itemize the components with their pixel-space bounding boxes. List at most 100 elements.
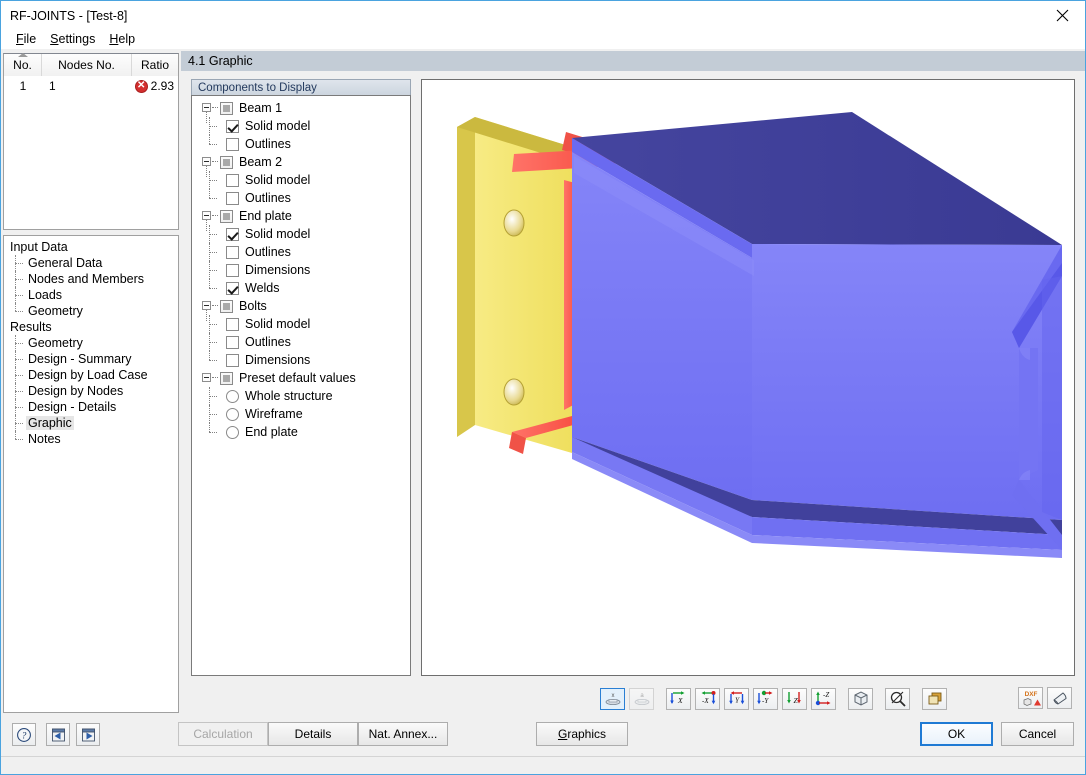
tree-node-bolts[interactable]: Bolts [192, 297, 410, 321]
tree-node-bolts-dimensions[interactable]: Dimensions [192, 351, 410, 369]
view-neg-z-button[interactable]: -Z [811, 687, 836, 710]
calculation-button[interactable]: Calculation [178, 722, 268, 746]
view-y-button[interactable]: Y [724, 687, 749, 710]
tree-node-end-plate-welds[interactable]: Welds [192, 279, 410, 297]
nav-item-loads[interactable]: Loads [4, 287, 178, 303]
menu-file[interactable]: File [9, 31, 43, 48]
checkbox-beam-2-outlines[interactable] [226, 191, 239, 205]
components-caption: Components to Display [191, 79, 411, 95]
render-solid-button[interactable]: x [600, 687, 625, 710]
tree-node-beam-2-outlines[interactable]: Outlines [192, 189, 410, 207]
nav-item-graphic[interactable]: Graphic [4, 415, 178, 431]
nav-item-nodes-and-members[interactable]: Nodes and Members [4, 271, 178, 287]
view-neg-x-button[interactable]: -X [695, 687, 720, 710]
column-header-no[interactable]: No. [4, 53, 42, 76]
checkbox-end-plate-welds[interactable] [226, 281, 239, 295]
nav-group-results: Results [10, 320, 52, 334]
tree-node-beam-1-outlines[interactable]: Outlines [192, 135, 410, 153]
table-row[interactable]: 1 1 ✕ 2.93 [4, 76, 178, 96]
error-icon: ✕ [134, 79, 148, 93]
checkbox-beam-1-solid-model[interactable] [226, 119, 239, 133]
tree-node-end-plate[interactable]: End plate [192, 207, 410, 231]
tree-node-bolts-solid-model[interactable]: Solid model [192, 315, 410, 333]
joint-3d-model[interactable] [422, 80, 1074, 675]
zoom-all-button[interactable] [885, 687, 910, 710]
tree-node-beam-2[interactable]: Beam 2 [192, 153, 410, 177]
checkbox-beam-2[interactable] [220, 155, 233, 169]
checkbox-beam-1-outlines[interactable] [226, 137, 239, 151]
checkbox-bolts-solid-model[interactable] [226, 317, 239, 331]
status-bar [1, 756, 1085, 774]
menu-help[interactable]: Help [102, 31, 142, 48]
tree-node-whole-structure[interactable]: Whole structure [192, 387, 410, 405]
nav-item-geometry-input[interactable]: Geometry [4, 303, 178, 319]
tree-node-bolts-outlines[interactable]: Outlines [192, 333, 410, 351]
cancel-button[interactable]: Cancel [1001, 722, 1074, 746]
checkbox-end-plate-solid-model[interactable] [226, 227, 239, 241]
checkbox-end-plate-dimensions[interactable] [226, 263, 239, 277]
checkbox-bolts[interactable] [220, 299, 233, 313]
next-button[interactable] [76, 723, 100, 746]
render-mode-button[interactable] [922, 687, 947, 710]
nav-item-design-by-nodes[interactable]: Design by Nodes [4, 383, 178, 399]
cube-isometric-icon [854, 691, 867, 706]
layers-icon [928, 692, 941, 705]
checkbox-preset-default-values[interactable] [220, 371, 233, 385]
collapse-icon[interactable] [202, 373, 211, 382]
menu-settings[interactable]: Settings [43, 31, 102, 48]
nat-annex-button[interactable]: Nat. Annex... [358, 722, 448, 746]
graphics-viewport[interactable] [421, 79, 1075, 676]
graphics-button[interactable]: Graphics [536, 722, 628, 746]
export-dxf-button[interactable]: DXF [1018, 687, 1043, 709]
graphics-toolbar: x a X -X Y -Y Z -Z DXF [421, 684, 1075, 713]
collapse-icon[interactable] [202, 157, 211, 166]
tree-node-beam-1-solid-model[interactable]: Solid model [192, 117, 410, 135]
tree-node-end-plate-dimensions[interactable]: Dimensions [192, 261, 410, 279]
previous-button[interactable] [46, 723, 70, 746]
details-button[interactable]: Details [268, 722, 358, 746]
nav-item-general-data[interactable]: General Data [4, 255, 178, 271]
checkbox-bolts-outlines[interactable] [226, 335, 239, 349]
tree-node-preset-end-plate[interactable]: End plate [192, 423, 410, 441]
print-button[interactable] [1047, 687, 1072, 709]
collapse-icon[interactable] [202, 301, 211, 310]
nav-item-geometry-results[interactable]: Geometry [4, 335, 178, 351]
radio-wireframe[interactable] [226, 407, 239, 421]
radio-end-plate[interactable] [226, 425, 239, 439]
checkbox-bolts-dimensions[interactable] [226, 353, 239, 367]
tree-node-preset-default-values[interactable]: Preset default values [192, 369, 410, 387]
menu-file-label: ile [23, 32, 37, 46]
collapse-icon[interactable] [202, 211, 211, 220]
radio-whole-structure[interactable] [226, 389, 239, 403]
checkbox-end-plate-outlines[interactable] [226, 245, 239, 259]
collapse-icon[interactable] [202, 103, 211, 112]
nav-item-notes[interactable]: Notes [4, 431, 178, 447]
tree-label-beam-2-outlines: Outlines [245, 190, 291, 205]
tree-node-end-plate-solid-model[interactable]: Solid model [192, 225, 410, 243]
results-table: No. Nodes No. Ratio 1 1 ✕ 2.93 [3, 53, 179, 230]
view-neg-y-button[interactable]: -Y [753, 687, 778, 710]
nav-item-design-details[interactable]: Design - Details [4, 399, 178, 415]
view-z-button[interactable]: Z [782, 687, 807, 710]
ok-button[interactable]: OK [920, 722, 993, 746]
checkbox-beam-2-solid-model[interactable] [226, 173, 239, 187]
checkbox-end-plate[interactable] [220, 209, 233, 223]
view-x-button[interactable]: X [666, 687, 691, 710]
tree-node-beam-1[interactable]: Beam 1 [192, 99, 410, 123]
help-button[interactable]: ? [12, 723, 36, 746]
tree-node-end-plate-outlines[interactable]: Outlines [192, 243, 410, 261]
graphics-toolbar-group: x a X -X Y -Y Z -Z [600, 687, 951, 710]
render-wireframe-button[interactable]: a [629, 687, 654, 710]
tree-node-beam-2-solid-model[interactable]: Solid model [192, 171, 410, 189]
column-header-nodes-no[interactable]: Nodes No. [42, 54, 132, 76]
nav-item-design-summary[interactable]: Design - Summary [4, 351, 178, 367]
close-window-button[interactable] [1040, 1, 1085, 29]
checkbox-beam-1[interactable] [220, 101, 233, 115]
column-header-nodes-no-label: Nodes No. [58, 58, 115, 72]
column-header-ratio[interactable]: Ratio [132, 54, 178, 76]
tree-node-wireframe[interactable]: Wireframe [192, 405, 410, 423]
arrow-left-icon [51, 728, 65, 741]
nav-item-design-by-load-case[interactable]: Design by Load Case [4, 367, 178, 383]
isometric-view-button[interactable] [848, 687, 873, 710]
right-panel: 4.1 Graphic Components to Display Beam 1… [181, 51, 1085, 715]
